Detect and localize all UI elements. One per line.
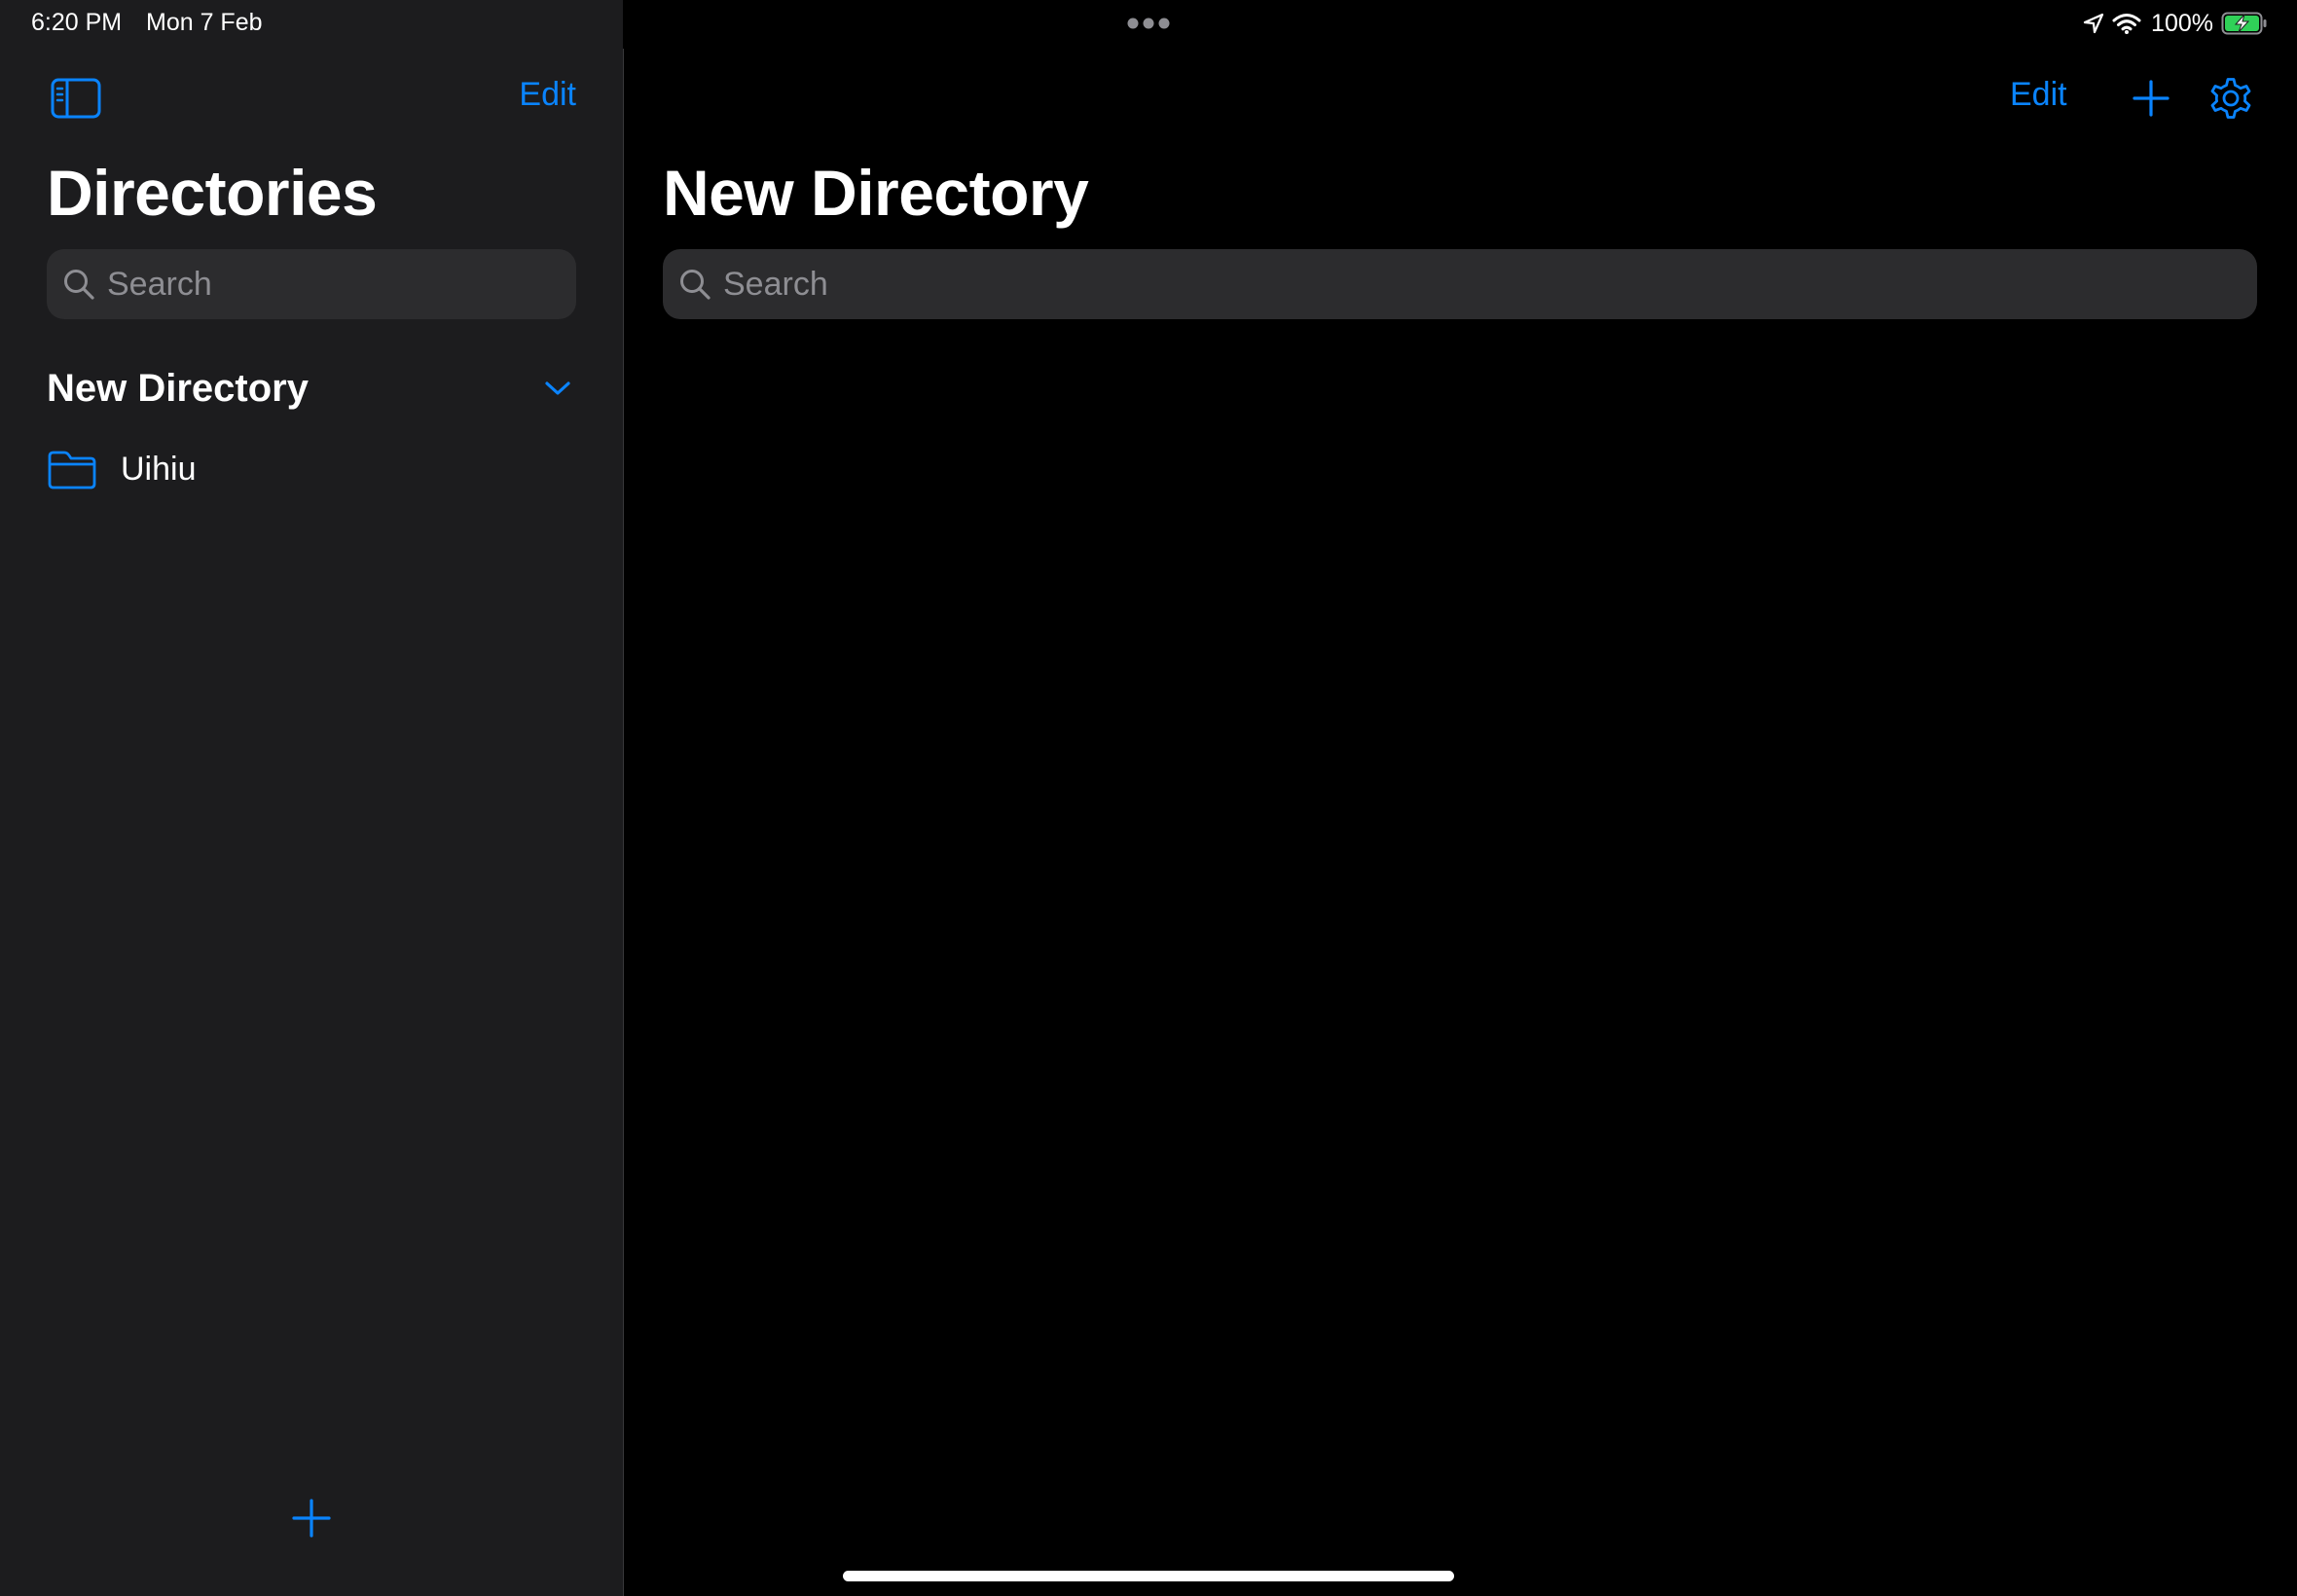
multitasking-dots-icon[interactable] (1127, 17, 1170, 30)
sidebar-search-field[interactable] (47, 249, 576, 319)
section-header-new-directory[interactable]: New Directory (47, 362, 576, 415)
sidebar-title: Directories (47, 157, 378, 229)
detail-search-input[interactable] (723, 249, 2257, 319)
sidebar-edit-button[interactable]: Edit (519, 76, 576, 114)
detail-pane: Edit New Directory (624, 0, 2297, 1596)
status-time: 6:20 PM (31, 9, 123, 36)
sidebar: Edit Directories New Directory Uihiu (0, 0, 623, 1596)
search-icon (64, 270, 94, 300)
detail-search-field[interactable] (663, 249, 2257, 319)
list-item[interactable]: Uihiu (47, 440, 576, 498)
wifi-icon (2112, 14, 2141, 34)
sidebar-toggle-icon[interactable] (51, 78, 101, 119)
battery-percent: 100% (2151, 9, 2213, 37)
settings-button[interactable] (2206, 74, 2255, 123)
status-date: Mon 7 Feb (146, 9, 263, 36)
sidebar-search-input[interactable] (107, 249, 576, 319)
search-icon (680, 270, 711, 300)
status-indicators: 100% (2083, 6, 2268, 41)
add-directory-button[interactable] (290, 1497, 333, 1540)
plus-icon (2133, 80, 2169, 117)
list-item-label: Uihiu (121, 450, 197, 488)
battery-charging-icon (2221, 12, 2267, 35)
add-button[interactable] (2131, 78, 2171, 119)
gear-icon (2210, 78, 2251, 119)
plus-icon (292, 1499, 331, 1538)
chevron-down-icon[interactable] (543, 379, 572, 398)
folder-icon (48, 451, 96, 490)
location-arrow-icon (2083, 13, 2104, 34)
detail-edit-button[interactable]: Edit (2010, 76, 2067, 114)
home-indicator[interactable] (843, 1571, 1454, 1581)
page-title: New Directory (663, 157, 1089, 229)
section-title: New Directory (47, 366, 309, 410)
status-bar: 6:20 PM Mon 7 Feb 100% (0, 0, 2297, 47)
